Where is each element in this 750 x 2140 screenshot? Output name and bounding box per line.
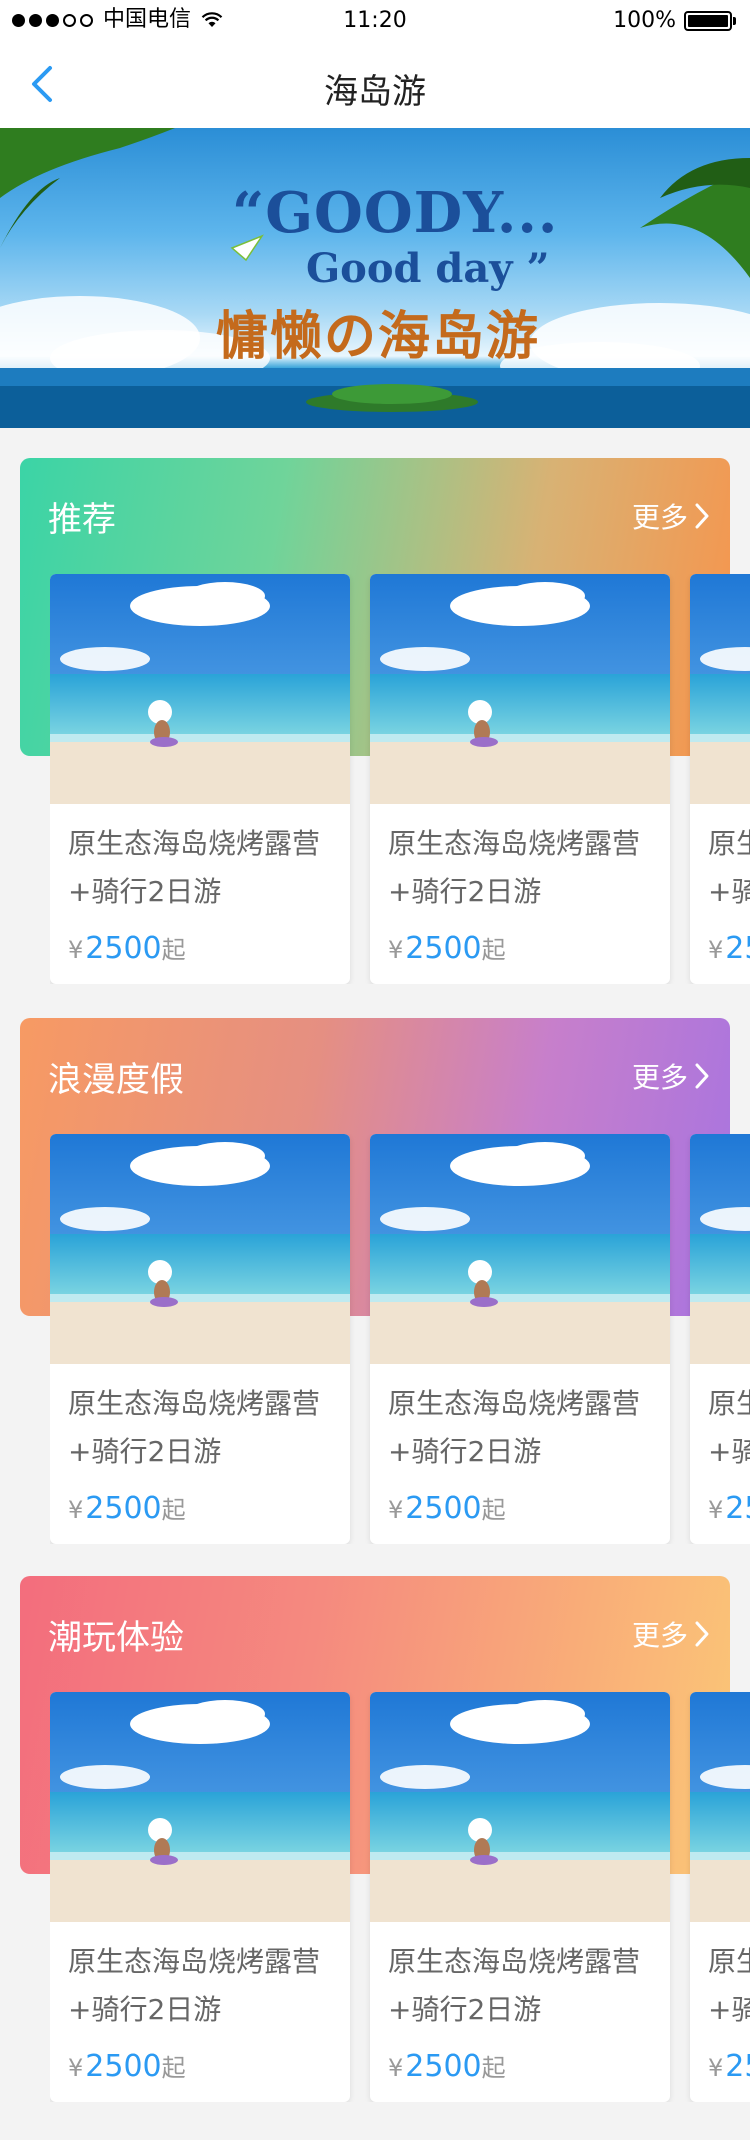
more-button[interactable]: 更多 bbox=[632, 1614, 710, 1654]
product-card[interactable]: 原生态海岛烧烤露营+骑行2日游 ¥2500起 bbox=[690, 1692, 750, 2102]
more-label: 更多 bbox=[631, 1061, 688, 1094]
beach-photo bbox=[50, 1692, 350, 1922]
card-price: ¥2500起 bbox=[68, 930, 186, 966]
currency-symbol: ¥ bbox=[68, 1496, 84, 1524]
card-title: 原生态海岛烧烤露营+骑行2日游 bbox=[68, 1945, 321, 2026]
navigation-bar: 海岛游 bbox=[0, 40, 750, 128]
card-title: 原生态海岛烧烤露营+骑行2日游 bbox=[708, 1387, 750, 1468]
more-button[interactable]: 更多 bbox=[632, 1056, 710, 1096]
card-carousel[interactable]: 原生态海岛烧烤露营+骑行2日游 ¥2500起 原生态海岛烧烤露营+骑行2日游 ¥250… bbox=[50, 574, 750, 984]
page-title: 海岛游 bbox=[324, 72, 426, 112]
beach-photo bbox=[690, 1692, 750, 1922]
product-card[interactable]: 原生态海岛烧烤露营+骑行2日游 ¥2500起 bbox=[370, 1692, 670, 2102]
section-3: 潮玩体验 更多 原生态海岛烧烤露营+骑行2日游 ¥2500起 原生态海岛烧烤露营+骑行2… bbox=[0, 1576, 750, 2136]
price-suffix: 起 bbox=[161, 936, 186, 964]
card-price: ¥2500起 bbox=[68, 1490, 186, 1526]
card-title: 原生态海岛烧烤露营+骑行2日游 bbox=[708, 1945, 750, 2026]
section-title: 推荐 bbox=[48, 500, 116, 540]
price-value: 2500 bbox=[85, 1491, 162, 1526]
battery-indicator: 100% bbox=[613, 8, 736, 33]
banner-tagline: 慵懒の海岛游 bbox=[216, 306, 541, 367]
beach-photo bbox=[370, 1692, 670, 1922]
product-card[interactable]: 原生态海岛烧烤露营+骑行2日游 ¥2500起 bbox=[50, 1692, 350, 2102]
banner-headline: “GOODY... bbox=[232, 180, 559, 246]
chevron-right-icon bbox=[695, 1621, 709, 1647]
beach-photo bbox=[690, 1134, 750, 1364]
card-price: ¥2500起 bbox=[388, 930, 506, 966]
product-card[interactable]: 原生态海岛烧烤露营+骑行2日游 ¥2500起 bbox=[50, 1134, 350, 1544]
price-suffix: 起 bbox=[481, 936, 506, 964]
card-carousel[interactable]: 原生态海岛烧烤露营+骑行2日游 ¥2500起 原生态海岛烧烤露营+骑行2日游 ¥250… bbox=[50, 1134, 750, 1544]
currency-symbol: ¥ bbox=[708, 2054, 724, 2082]
price-value: 2500 bbox=[725, 2049, 750, 2084]
card-price: ¥2500起 bbox=[388, 1490, 506, 1526]
beach-photo bbox=[690, 574, 750, 804]
status-bar: 中国电信 11:20 100% bbox=[0, 0, 750, 40]
currency-symbol: ¥ bbox=[68, 2054, 84, 2082]
card-title: 原生态海岛烧烤露营+骑行2日游 bbox=[388, 1387, 641, 1468]
price-value: 2500 bbox=[405, 1491, 482, 1526]
beach-photo bbox=[370, 1134, 670, 1364]
card-price: ¥2500起 bbox=[68, 2048, 186, 2084]
card-title: 原生态海岛烧烤露营+骑行2日游 bbox=[708, 827, 750, 908]
currency-symbol: ¥ bbox=[68, 936, 84, 964]
more-label: 更多 bbox=[631, 501, 688, 534]
currency-symbol: ¥ bbox=[388, 1496, 404, 1524]
card-price: ¥2500起 bbox=[708, 930, 750, 966]
product-card[interactable]: 原生态海岛烧烤露营+骑行2日游 ¥2500起 bbox=[370, 1134, 670, 1544]
beach-photo bbox=[370, 574, 670, 804]
more-button[interactable]: 更多 bbox=[632, 496, 710, 536]
price-value: 2500 bbox=[85, 931, 162, 966]
card-title: 原生态海岛烧烤露营+骑行2日游 bbox=[68, 1387, 321, 1468]
price-value: 2500 bbox=[725, 1491, 750, 1526]
currency-symbol: ¥ bbox=[388, 936, 404, 964]
section-1: 推荐 更多 原生态海岛烧烤露营+骑行2日游 ¥2500起 原生态海岛烧烤露营+骑行2日游… bbox=[0, 458, 750, 1018]
section-title: 潮玩体验 bbox=[48, 1618, 184, 1658]
card-title: 原生态海岛烧烤露营+骑行2日游 bbox=[388, 827, 641, 908]
product-card[interactable]: 原生态海岛烧烤露营+骑行2日游 ¥2500起 bbox=[50, 574, 350, 984]
card-carousel[interactable]: 原生态海岛烧烤露营+骑行2日游 ¥2500起 原生态海岛烧烤露营+骑行2日游 ¥250… bbox=[50, 1692, 750, 2102]
battery-icon bbox=[684, 10, 732, 31]
card-price: ¥2500起 bbox=[708, 2048, 750, 2084]
card-price: ¥2500起 bbox=[388, 2048, 506, 2084]
card-price: ¥2500起 bbox=[708, 1490, 750, 1526]
currency-symbol: ¥ bbox=[708, 1496, 724, 1524]
price-suffix: 起 bbox=[481, 1496, 506, 1524]
section-2: 浪漫度假 更多 原生态海岛烧烤露营+骑行2日游 ¥2500起 原生态海岛烧烤露营+骑行2… bbox=[0, 1018, 750, 1578]
price-suffix: 起 bbox=[481, 2054, 506, 2082]
price-value: 2500 bbox=[405, 931, 482, 966]
chevron-right-icon bbox=[695, 1063, 709, 1089]
battery-percent: 100% bbox=[613, 8, 676, 33]
currency-symbol: ¥ bbox=[388, 2054, 404, 2082]
product-card[interactable]: 原生态海岛烧烤露营+骑行2日游 ¥2500起 bbox=[690, 1134, 750, 1544]
beach-photo bbox=[50, 1134, 350, 1364]
price-value: 2500 bbox=[85, 2049, 162, 2084]
chevron-right-icon bbox=[695, 503, 709, 529]
currency-symbol: ¥ bbox=[708, 936, 724, 964]
card-title: 原生态海岛烧烤露营+骑行2日游 bbox=[388, 1945, 641, 2026]
card-title: 原生态海岛烧烤露营+骑行2日游 bbox=[68, 827, 321, 908]
beach-photo bbox=[50, 574, 350, 804]
hero-banner[interactable]: “GOODY... Good day ” 慵懒の海岛游 bbox=[0, 128, 750, 428]
product-card[interactable]: 原生态海岛烧烤露营+骑行2日游 ¥2500起 bbox=[370, 574, 670, 984]
banner-subheadline: Good day ” bbox=[306, 245, 550, 292]
section-title: 浪漫度假 bbox=[48, 1060, 184, 1100]
price-suffix: 起 bbox=[161, 2054, 186, 2082]
price-suffix: 起 bbox=[161, 1496, 186, 1524]
price-value: 2500 bbox=[725, 931, 750, 966]
price-value: 2500 bbox=[405, 2049, 482, 2084]
more-label: 更多 bbox=[631, 1619, 688, 1652]
product-card[interactable]: 原生态海岛烧烤露营+骑行2日游 ¥2500起 bbox=[690, 574, 750, 984]
